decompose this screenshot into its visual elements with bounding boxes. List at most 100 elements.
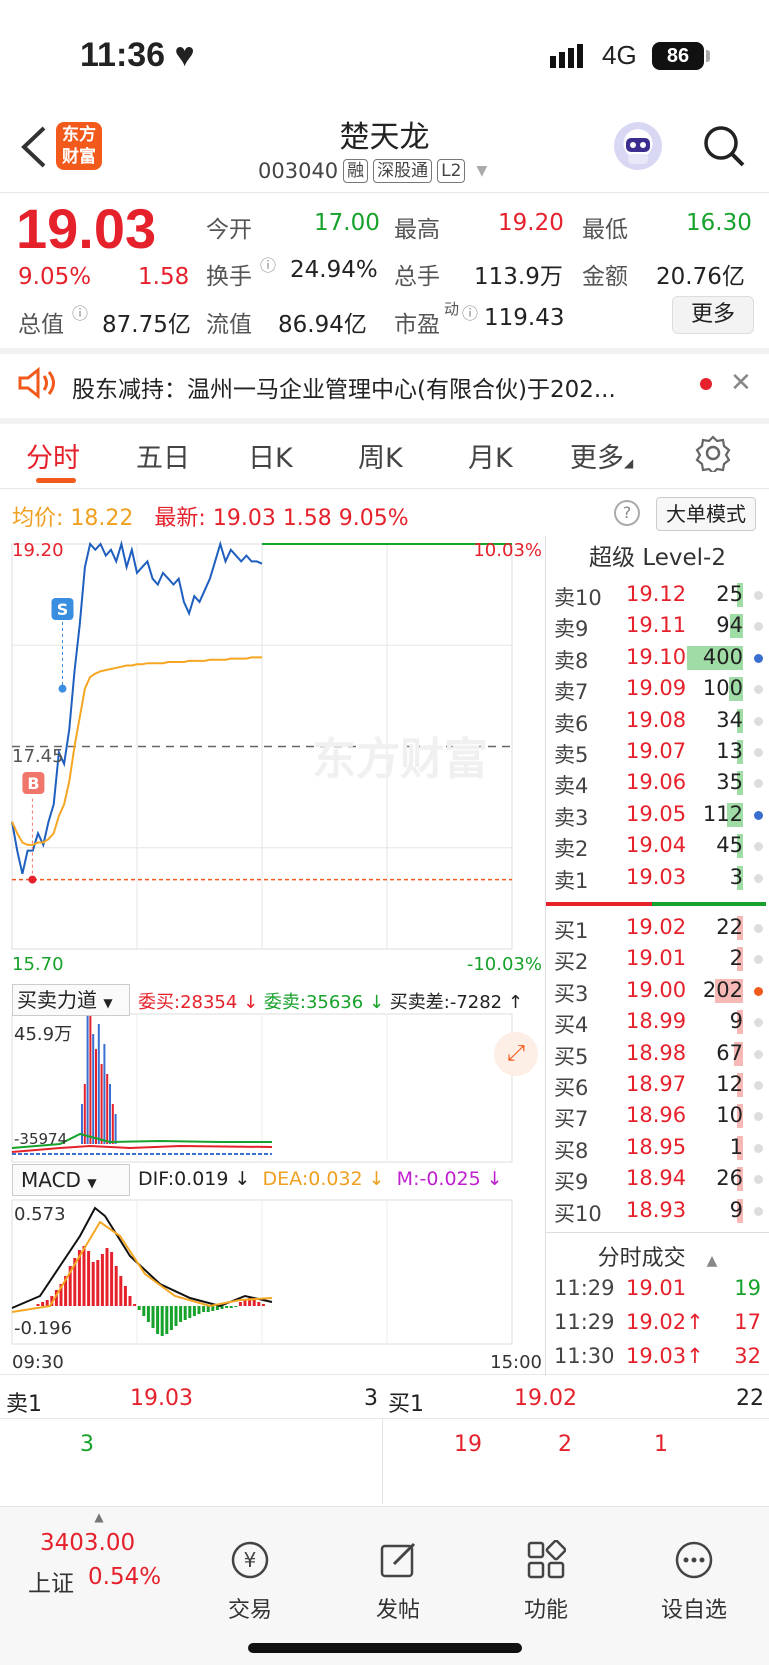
- ask-row[interactable]: 卖3 19.05 112: [546, 800, 769, 831]
- nav-post[interactable]: 发帖: [348, 1540, 448, 1624]
- ask-row[interactable]: 卖1 19.03 3: [546, 863, 769, 894]
- bid-row[interactable]: 买7 18.96 10: [546, 1101, 769, 1132]
- level-volume: 9: [729, 1009, 743, 1034]
- ask-row[interactable]: 卖8 19.10 400: [546, 643, 769, 674]
- level-label: 卖7: [554, 680, 589, 705]
- level-dot: [754, 748, 763, 757]
- info-dots-icon[interactable]: ⓘ: [72, 300, 88, 324]
- sell-marker-label: S: [57, 600, 69, 619]
- l1-bid-vol: 22: [736, 1386, 764, 1411]
- nav-functions[interactable]: 功能: [496, 1539, 596, 1624]
- notice-text[interactable]: 股东减持：温州一马企业管理中心(有限合伙)于202...: [72, 370, 616, 404]
- pe-value: 119.43: [484, 305, 565, 331]
- tag-l2: L2: [437, 159, 466, 183]
- level-price: 18.98: [626, 1040, 687, 1065]
- level-volume: 10: [716, 1103, 743, 1128]
- level-label: 买7: [554, 1107, 589, 1132]
- index-widget[interactable]: ▲ 3403.00 上证 0.54%: [24, 1510, 174, 1597]
- level-price: 18.95: [626, 1134, 687, 1159]
- chart-area[interactable]: 东方财富 19.20 17.45 15.70 10.03% -10.03% BS…: [0, 536, 546, 1380]
- tab-monthly-k[interactable]: 月K: [468, 436, 513, 475]
- bid-row[interactable]: 买1 19.02 22: [546, 913, 769, 944]
- bid-row[interactable]: 买4 18.99 9: [546, 1007, 769, 1038]
- home-indicator[interactable]: [248, 1643, 522, 1653]
- settings-gear-icon[interactable]: [694, 434, 732, 475]
- help-icon[interactable]: ?: [614, 500, 640, 526]
- open-label: 今开: [206, 217, 252, 243]
- y-tick-mid: 17.45: [12, 746, 64, 767]
- level-price: 19.10: [626, 644, 687, 669]
- level-price: 19.00: [626, 977, 687, 1002]
- nav-watchlist[interactable]: 设自选: [644, 1540, 744, 1624]
- dropdown-caret-icon[interactable]: ▼: [476, 163, 487, 179]
- close-icon[interactable]: ✕: [730, 368, 752, 398]
- bid-row[interactable]: 买5 18.98 67: [546, 1039, 769, 1070]
- index-name: 上证: [28, 1571, 74, 1597]
- level-dot: [754, 685, 763, 695]
- ask-row[interactable]: 卖9 19.11 94: [546, 611, 769, 642]
- level-volume: 1: [729, 1134, 743, 1159]
- battery-tip: [706, 50, 710, 62]
- search-icon[interactable]: [702, 124, 746, 168]
- y-tick-right-top: 10.03%: [473, 540, 542, 561]
- ask-row[interactable]: 卖2 19.04 45: [546, 831, 769, 862]
- tab-daily-k[interactable]: 日K: [248, 436, 293, 475]
- tab-weekly-k[interactable]: 周K: [358, 436, 403, 475]
- indicator-select-bsf[interactable]: 买卖力道 ▼: [12, 984, 130, 1016]
- bid-row[interactable]: 买3 19.00 202: [546, 976, 769, 1007]
- change-percent: 9.05%: [18, 264, 92, 290]
- y-tick-top: 19.20: [12, 540, 64, 561]
- bid-row[interactable]: 买6 18.97 12: [546, 1070, 769, 1101]
- info-dots-icon[interactable]: ⓘ: [260, 252, 276, 276]
- y-tick-bottom: 15.70: [12, 954, 64, 975]
- x-label-start: 09:30: [12, 1352, 64, 1373]
- stock-code-row[interactable]: 003040 融 深股通 L2 ▼: [258, 156, 487, 186]
- more-button[interactable]: 更多: [672, 296, 754, 334]
- index-pct: 0.54%: [88, 1564, 162, 1590]
- more-dots-icon: [675, 1541, 713, 1579]
- ask-row[interactable]: 卖10 19.12 25: [546, 580, 769, 611]
- tab-fenshi[interactable]: 分时: [26, 436, 80, 475]
- svg-text:¥: ¥: [244, 1548, 257, 1572]
- level-volume: 100: [702, 676, 743, 701]
- bid-row[interactable]: 买8 18.95 1: [546, 1133, 769, 1164]
- ask-row[interactable]: 卖4 19.06 35: [546, 768, 769, 799]
- level-dot: [754, 1112, 763, 1122]
- level-dot: [754, 924, 763, 933]
- big-order-mode-button[interactable]: 大单模式: [656, 497, 756, 531]
- ask-row[interactable]: 卖5 19.07 13: [546, 737, 769, 768]
- level-volume: 67: [716, 1040, 743, 1065]
- trade-time: 11:29: [554, 1310, 615, 1334]
- level-volume: 94: [716, 613, 743, 638]
- level-label: 买9: [554, 1170, 589, 1195]
- notice-unread-dot: [700, 378, 712, 390]
- trades-title[interactable]: 分时成交 ▲: [546, 1240, 769, 1272]
- bid-row[interactable]: 买9 18.94 26: [546, 1164, 769, 1195]
- l1-ask-price: 19.03: [130, 1386, 193, 1411]
- level-label: 卖1: [554, 868, 589, 893]
- ask-bid-split-bar: [546, 902, 766, 906]
- amount-label: 金额: [582, 264, 628, 290]
- bid-row[interactable]: 买10 18.93 9: [546, 1196, 769, 1227]
- trade-row: 11:29 19.02↑ 17: [546, 1308, 769, 1342]
- ask-row[interactable]: 卖7 19.09 100: [546, 674, 769, 705]
- bid-row[interactable]: 买2 19.01 2: [546, 944, 769, 975]
- level-price: 19.04: [626, 833, 687, 858]
- tag-margin: 融: [343, 159, 369, 183]
- level-dot: [754, 1018, 763, 1028]
- l1-bid-price: 19.02: [514, 1386, 577, 1411]
- change-amount: 1.58: [138, 264, 190, 290]
- ask-row[interactable]: 卖6 19.08 34: [546, 706, 769, 737]
- tab-more[interactable]: 更多◢: [570, 436, 633, 475]
- expand-icon[interactable]: ⤢: [494, 1032, 538, 1076]
- indicator-select-macd[interactable]: MACD ▼: [12, 1164, 130, 1196]
- l1-bid-label: 买1: [388, 1392, 424, 1417]
- level-volume: 26: [716, 1166, 743, 1191]
- level-price: 19.07: [626, 739, 687, 763]
- amount-value: 20.76亿: [656, 264, 745, 290]
- nav-trade[interactable]: ¥ 交易: [200, 1540, 300, 1624]
- robot-assistant-icon[interactable]: [614, 122, 662, 170]
- tab-5day[interactable]: 五日: [136, 436, 190, 475]
- level-label: 买10: [554, 1201, 602, 1226]
- info-dots-icon[interactable]: ⓘ: [462, 300, 478, 324]
